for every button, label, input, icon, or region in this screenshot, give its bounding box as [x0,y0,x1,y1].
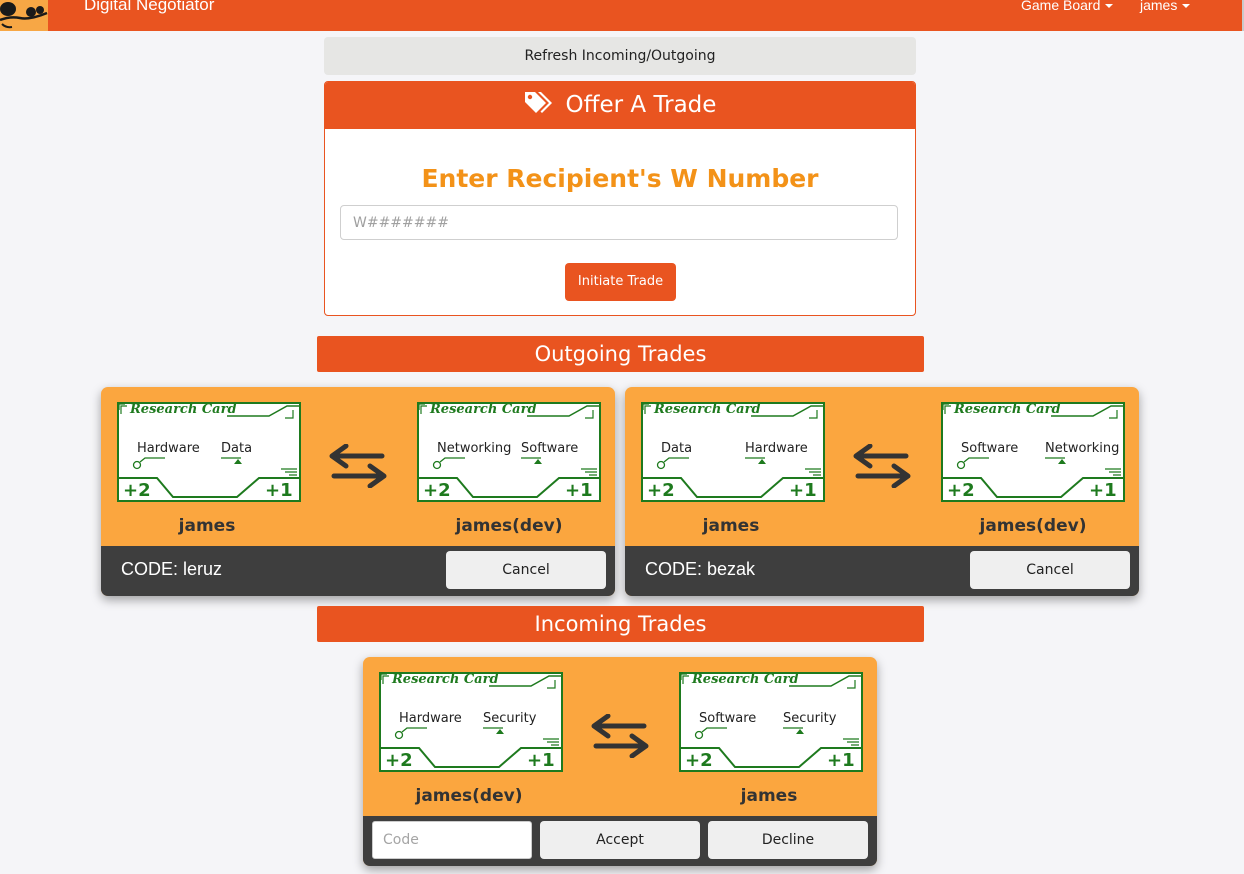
card-field-2: Hardware [745,441,808,456]
code-input[interactable] [372,821,532,859]
game-board-label: Game Board [1021,0,1101,13]
trade-code: CODE: bezak [645,559,756,579]
card-bonus-left: +2 [123,480,151,501]
game-board-dropdown[interactable]: Game Board [1021,0,1114,13]
incoming-trade-1: Research Card Hardware Security +2 +1 Re… [363,657,877,866]
tags-icon [524,85,554,132]
research-card: Research Card Networking Software +2 +1 [417,402,601,502]
research-card: Research Card Hardware Data +2 +1 [117,402,301,502]
trade-owner-left: james(dev) [415,786,523,806]
trade-owner-right: james(dev) [979,516,1087,536]
card-bonus-right: +1 [265,480,293,501]
trade-owner-right: james [740,786,798,806]
refresh-button[interactable]: Refresh Incoming/Outgoing [324,37,916,75]
card-field-1: Hardware [137,441,200,456]
offer-trade-header: Offer A Trade [325,82,915,129]
exchange-arrows-icon [329,444,387,488]
card-field-1: Networking [437,441,512,456]
navbar: Digital Negotiator Game Board james [0,0,1244,31]
trade-owner-left: james [178,516,236,536]
research-card: Research Card Software Networking +2 +1 [941,402,1125,502]
research-card-title: Research Card [654,402,761,417]
trade-footer: CODE: leruz Cancel [101,546,615,596]
offer-trade-panel: Offer A Trade Enter Recipient's W Number… [324,81,916,316]
card-field-1: Software [699,711,757,726]
card-bonus-right: +1 [565,480,593,501]
card-field-1: Software [961,441,1019,456]
outgoing-trade-2: Research Card Data Hardware +2 +1 Resear… [625,387,1139,596]
user-dropdown[interactable]: james [1140,0,1191,13]
cancel-button[interactable]: Cancel [970,551,1130,589]
card-bonus-left: +2 [947,480,975,501]
card-field-2: Data [221,441,253,456]
card-field-2: Networking [1045,441,1120,456]
card-bonus-right: +1 [1089,480,1117,501]
card-bonus-right: +1 [827,750,855,771]
card-bonus-right: +1 [789,480,817,501]
offer-trade-title: Offer A Trade [565,92,717,118]
research-card: Research Card Software Security +2 +1 [679,672,863,772]
initiate-trade-button[interactable]: Initiate Trade [565,263,676,301]
card-bonus-left: +2 [647,480,675,501]
card-field-1: Hardware [399,711,462,726]
recipient-label: Enter Recipient's W Number [421,164,819,193]
research-card-title: Research Card [392,672,499,687]
cancel-button[interactable]: Cancel [446,551,606,589]
user-label: james [1140,0,1178,13]
research-card-title: Research Card [692,672,799,687]
trade-code: CODE: leruz [121,559,223,579]
brand-name[interactable]: Digital Negotiator [84,0,214,15]
trade-owner-left: james [702,516,760,536]
caret-down-icon [1182,4,1191,9]
research-card-title: Research Card [430,402,537,417]
trade-footer: CODE: bezak Cancel [625,546,1139,596]
research-card-title: Research Card [130,402,237,417]
caret-down-icon [1105,4,1114,9]
research-card-title: Research Card [954,402,1061,417]
card-field-2: Security [483,711,537,726]
outgoing-trades-title: Outgoing Trades [317,336,924,372]
trade-owner-right: james(dev) [455,516,563,536]
card-bonus-left: +2 [423,480,451,501]
research-card: Research Card Data Hardware +2 +1 [641,402,825,502]
card-field-2: Software [521,441,579,456]
card-bonus-left: +2 [385,750,413,771]
trade-footer: Accept Decline [363,816,877,866]
card-field-2: Security [783,711,837,726]
exchange-arrows-icon [853,444,911,488]
brand-logo-icon[interactable] [0,0,48,31]
decline-button[interactable]: Decline [708,821,868,859]
card-field-1: Data [661,441,693,456]
incoming-trades-title: Incoming Trades [317,606,924,642]
card-bonus-right: +1 [527,750,555,771]
accept-button[interactable]: Accept [540,821,700,859]
research-card: Research Card Hardware Security +2 +1 [379,672,563,772]
card-bonus-left: +2 [685,750,713,771]
outgoing-trade-1: Research Card Hardware Data +2 +1 Resear… [101,387,615,596]
exchange-arrows-icon [591,714,649,758]
w-number-input[interactable] [340,205,898,240]
